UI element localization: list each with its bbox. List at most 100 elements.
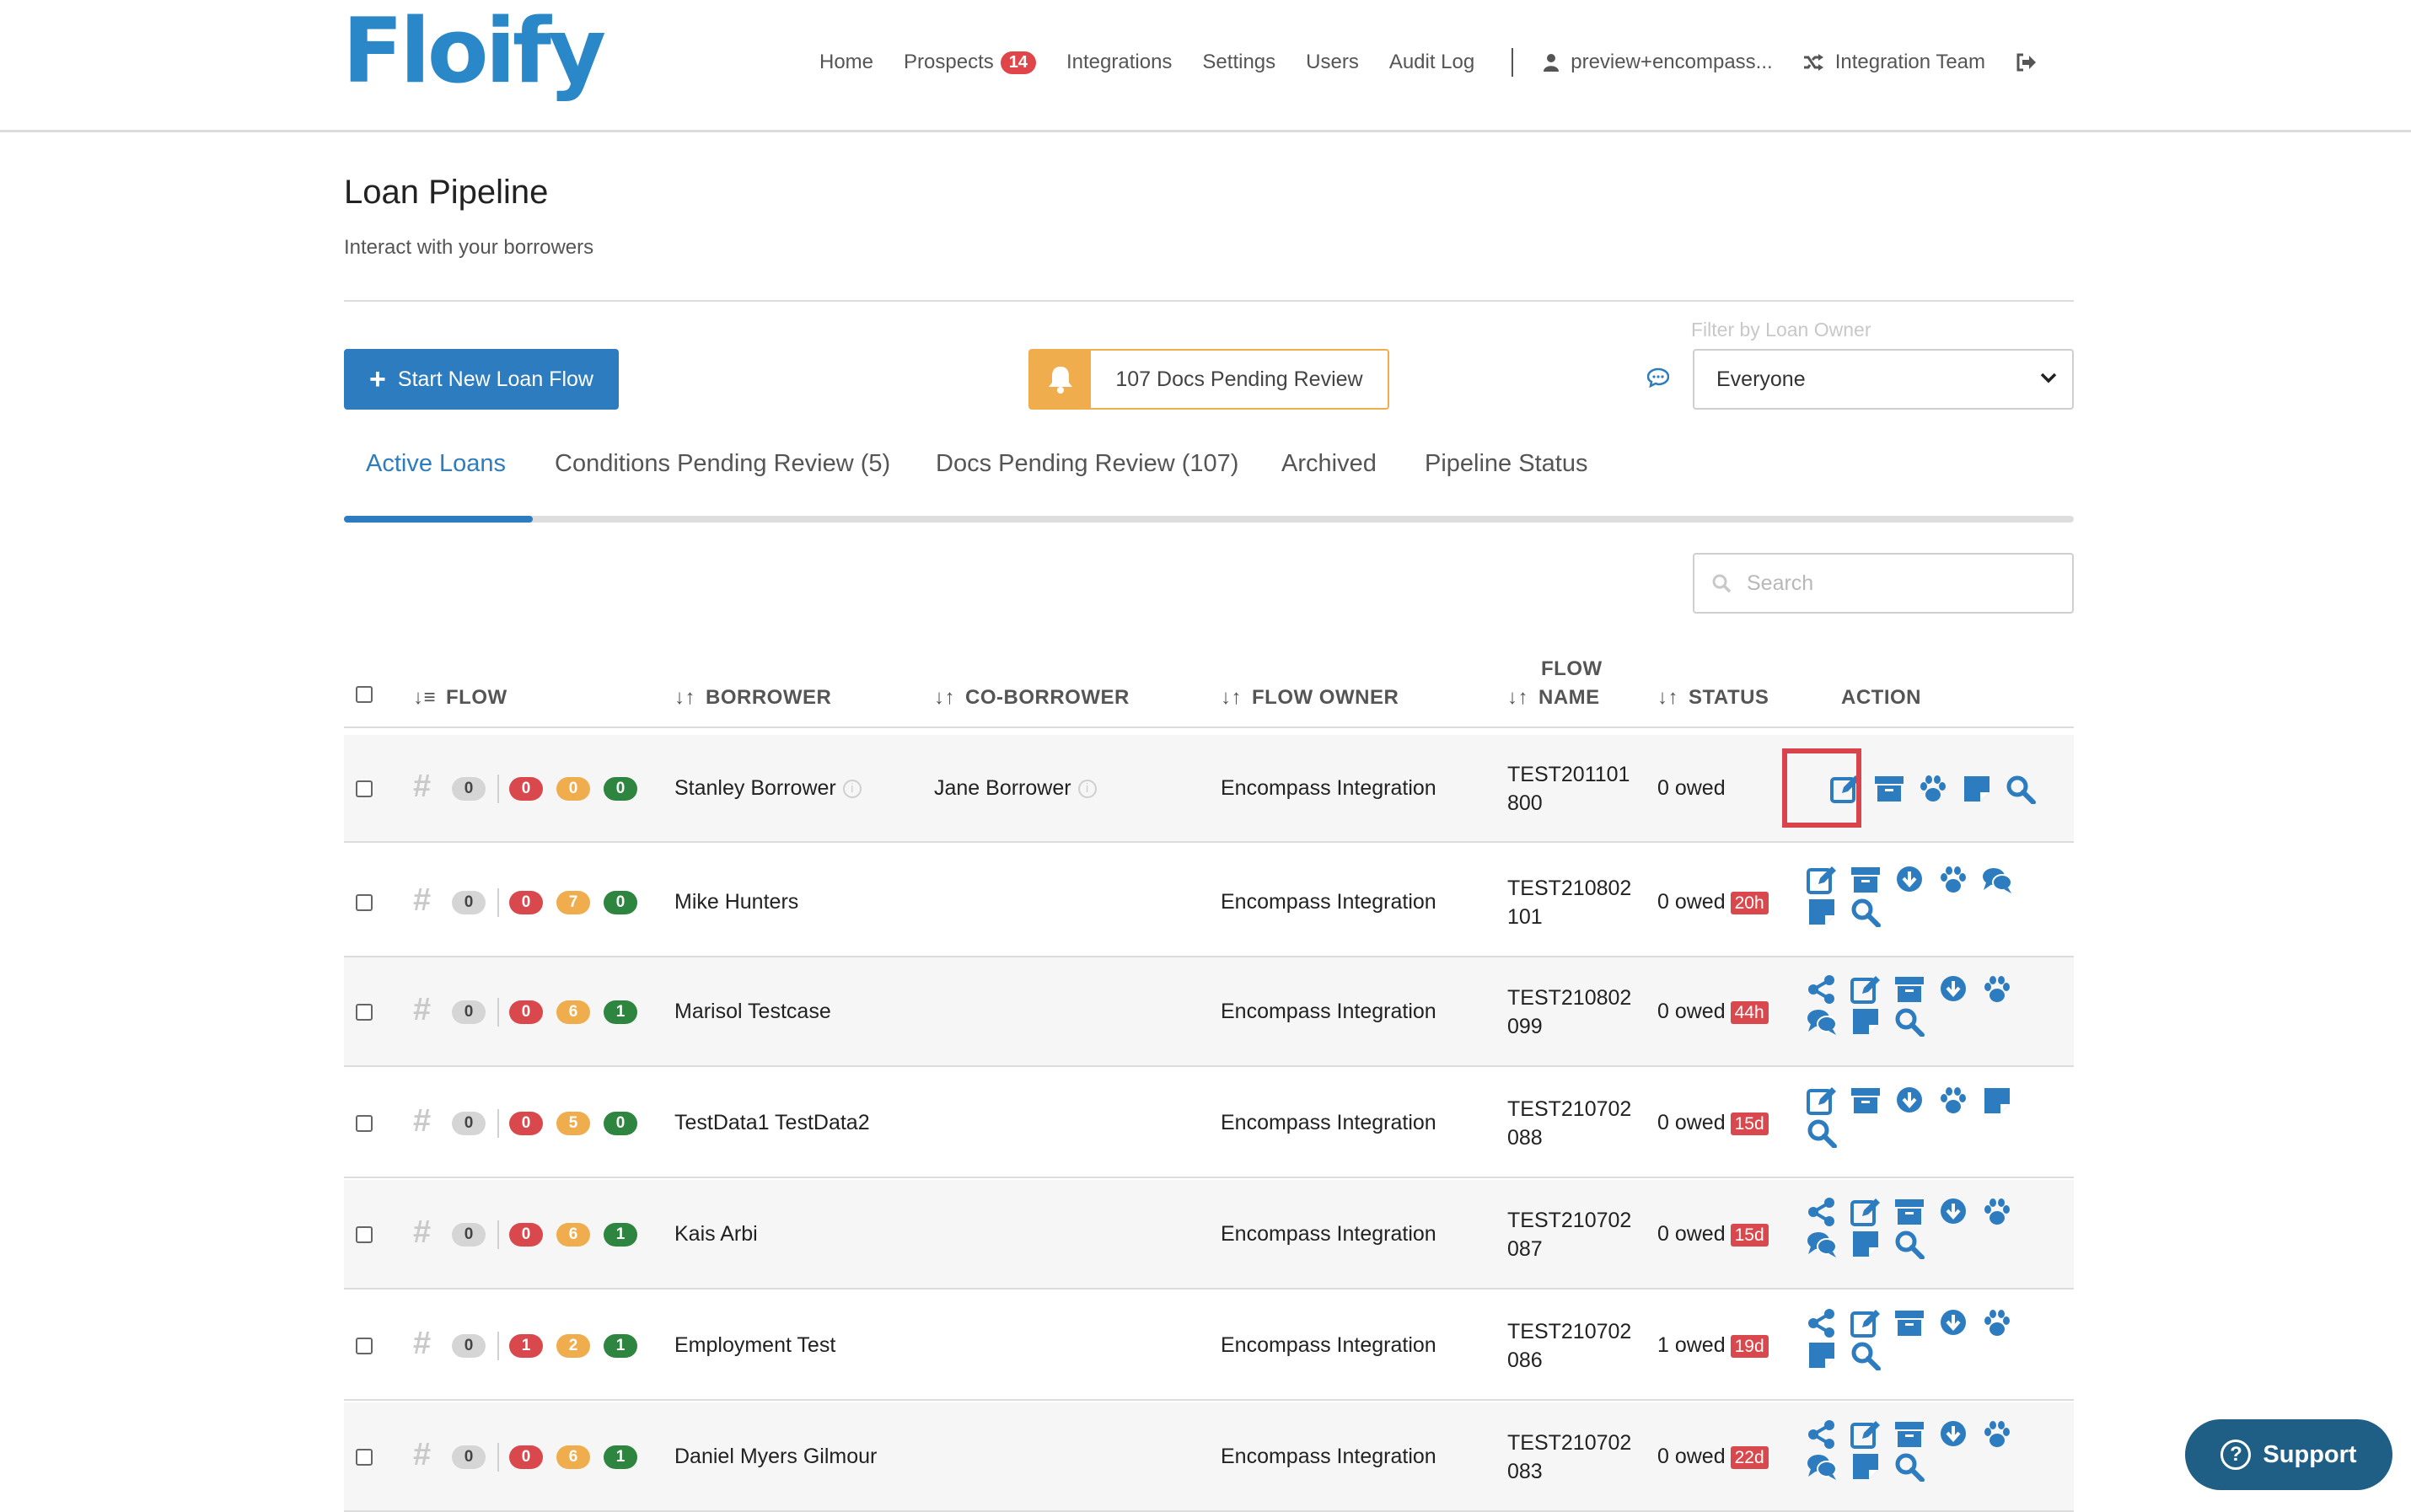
info-icon[interactable]: i	[1077, 780, 1097, 799]
comments-icon[interactable]	[1804, 1228, 1839, 1260]
table-row[interactable]: #0 0 6 1 Marisol Testcase Encompass Integrati…	[344, 957, 2074, 1067]
row-checkbox[interactable]	[356, 1004, 373, 1021]
paw-icon[interactable]	[1915, 773, 1951, 805]
edit-icon[interactable]	[1848, 1307, 1883, 1339]
archive-icon[interactable]	[1848, 1085, 1883, 1117]
share-icon[interactable]	[1804, 973, 1839, 1005]
search-icon[interactable]	[1804, 1117, 1839, 1149]
table-row[interactable]: #0 0 5 0 TestData1 TestData2 Encompass Integr…	[344, 1069, 2074, 1178]
borrower-name[interactable]: Mike Hunters	[674, 890, 798, 914]
note-icon[interactable]	[1848, 1228, 1883, 1260]
paw-icon[interactable]	[1936, 864, 1971, 896]
tab-conditions-pending-review[interactable]: Conditions Pending Review (5)	[555, 450, 890, 478]
share-icon[interactable]	[1804, 1418, 1839, 1450]
edit-icon[interactable]	[1804, 1085, 1839, 1117]
borrower-name[interactable]: Kais Arbi	[674, 1222, 758, 1247]
archive-icon[interactable]	[1892, 973, 1927, 1005]
note-icon[interactable]	[1804, 896, 1839, 928]
docs-pending-review-button[interactable]: 107 Docs Pending Review	[1028, 349, 1389, 410]
paw-icon[interactable]	[1936, 1085, 1971, 1117]
search-icon[interactable]	[2003, 773, 2038, 805]
search-input[interactable]: Search	[1693, 553, 2074, 614]
tab-pipeline-status[interactable]: Pipeline Status	[1425, 450, 1587, 478]
nav-team-switcher[interactable]: Integration Team	[1803, 51, 1985, 74]
note-icon[interactable]	[1804, 1339, 1839, 1371]
col-co-borrower[interactable]: ↓↑ CO-BORROWER	[934, 686, 1130, 710]
download-icon[interactable]	[1936, 1418, 1971, 1450]
search-icon[interactable]	[1848, 1339, 1883, 1371]
col-flow-name[interactable]: FLOW ↓↑ NAME	[1507, 657, 1603, 710]
search-icon[interactable]	[1892, 1450, 1927, 1483]
select-all-checkbox[interactable]	[356, 686, 373, 703]
comments-icon[interactable]	[1979, 864, 2015, 896]
row-checkbox[interactable]	[356, 1226, 373, 1243]
table-row[interactable]: #0 0 7 0 Mike Hunters Encompass Integration TE…	[344, 848, 2074, 957]
edit-icon[interactable]	[1848, 1196, 1883, 1228]
col-flow-owner[interactable]: ↓↑ FLOW OWNER	[1221, 686, 1399, 710]
share-icon[interactable]	[1804, 1307, 1839, 1339]
archive-icon[interactable]	[1848, 864, 1883, 896]
nav-prospects[interactable]: Prospects 14	[904, 51, 1036, 74]
note-icon[interactable]	[1959, 773, 1995, 805]
search-icon[interactable]	[1892, 1005, 1927, 1037]
download-icon[interactable]	[1936, 1196, 1971, 1228]
start-new-loan-flow-button[interactable]: + Start New Loan Flow	[344, 349, 619, 410]
row-checkbox[interactable]	[356, 1115, 373, 1132]
edit-icon[interactable]	[1848, 973, 1883, 1005]
edit-icon[interactable]	[1804, 864, 1839, 896]
col-flow[interactable]: ↓≡ FLOW	[413, 686, 507, 710]
archive-icon[interactable]	[1871, 773, 1907, 805]
borrower-name[interactable]: Daniel Myers Gilmour	[674, 1445, 877, 1469]
table-row[interactable]: #0 0 0 0 Stanley Borrower i Jane Borrower i Enco…	[344, 735, 2074, 843]
note-icon[interactable]	[1848, 1005, 1883, 1037]
download-icon[interactable]	[1892, 864, 1927, 896]
borrower-name[interactable]: TestData1 TestData2	[674, 1111, 870, 1135]
row-checkbox[interactable]	[356, 780, 373, 797]
borrower-name[interactable]: Stanley Borrower i	[674, 776, 862, 801]
col-borrower[interactable]: ↓↑ BORROWER	[674, 686, 831, 710]
paw-icon[interactable]	[1979, 1307, 2015, 1339]
row-checkbox[interactable]	[356, 1338, 373, 1354]
edit-icon[interactable]	[1848, 1418, 1883, 1450]
download-icon[interactable]	[1892, 1085, 1927, 1117]
archive-icon[interactable]	[1892, 1196, 1927, 1228]
comments-icon[interactable]	[1804, 1005, 1839, 1037]
comments-icon[interactable]	[1804, 1450, 1839, 1483]
paw-icon[interactable]	[1979, 1196, 2015, 1228]
comment-dots-icon[interactable]	[1647, 367, 1669, 388]
search-icon[interactable]	[1892, 1228, 1927, 1260]
download-icon[interactable]	[1936, 1307, 1971, 1339]
row-checkbox[interactable]	[356, 1449, 373, 1466]
table-row[interactable]: #0 0 6 1 Daniel Myers Gilmour Encompass Integ…	[344, 1402, 2074, 1512]
search-icon[interactable]	[1848, 896, 1883, 928]
paw-icon[interactable]	[1979, 973, 2015, 1005]
note-icon[interactable]	[1848, 1450, 1883, 1483]
logout-button[interactable]	[2016, 53, 2048, 72]
row-checkbox[interactable]	[356, 894, 373, 911]
info-icon[interactable]: i	[842, 780, 862, 799]
tab-active-loans[interactable]: Active Loans	[366, 450, 506, 478]
note-icon[interactable]	[1979, 1085, 2015, 1117]
table-row[interactable]: #0 1 2 1 Employment Test Encompass Integratio…	[344, 1291, 2074, 1401]
tab-docs-pending-review[interactable]: Docs Pending Review (107)	[936, 450, 1238, 478]
nav-user-menu[interactable]: preview+encompass...	[1544, 51, 1773, 74]
nav-settings[interactable]: Settings	[1202, 51, 1275, 74]
paw-icon[interactable]	[1979, 1418, 2015, 1450]
archive-icon[interactable]	[1892, 1418, 1927, 1450]
nav-users[interactable]: Users	[1306, 51, 1359, 74]
nav-audit-log[interactable]: Audit Log	[1389, 51, 1474, 74]
share-icon[interactable]	[1804, 1196, 1839, 1228]
co-borrower-name[interactable]: Jane Borrower i	[934, 776, 1097, 801]
borrower-name[interactable]: Employment Test	[674, 1333, 835, 1358]
support-button[interactable]: ? Support	[2185, 1419, 2392, 1490]
tab-archived[interactable]: Archived	[1281, 450, 1377, 478]
floify-logo[interactable]: Floify	[342, 7, 606, 96]
col-status[interactable]: ↓↑ STATUS	[1657, 686, 1769, 710]
archive-icon[interactable]	[1892, 1307, 1927, 1339]
table-row[interactable]: #0 0 6 1 Kais Arbi Encompass Integration TEST2…	[344, 1180, 2074, 1289]
borrower-name[interactable]: Marisol Testcase	[674, 1000, 831, 1024]
nav-home[interactable]: Home	[819, 51, 873, 74]
loan-owner-select[interactable]: Everyone	[1693, 349, 2074, 410]
nav-integrations[interactable]: Integrations	[1066, 51, 1172, 74]
download-icon[interactable]	[1936, 973, 1971, 1005]
